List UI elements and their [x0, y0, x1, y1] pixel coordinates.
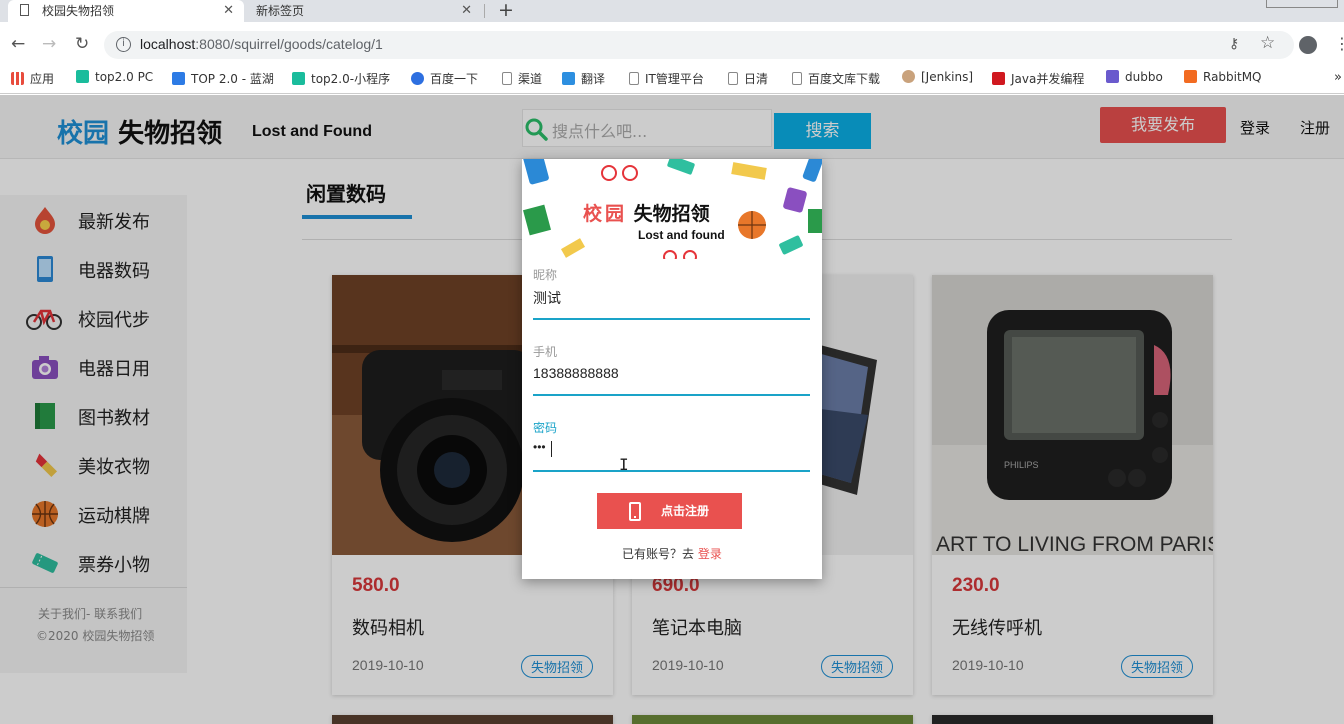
apps-grid-icon	[11, 72, 24, 85]
d-logo-icon	[1106, 70, 1119, 83]
bookmark-label: 翻译	[581, 72, 606, 86]
modal-title-red: 校园	[583, 203, 628, 225]
star-bookmark-icon[interactable]: ☆	[1260, 33, 1275, 53]
phone-field[interactable]: 18388888888	[533, 365, 619, 381]
modal-title: 校园 失物招领	[583, 199, 710, 226]
bookmark-java-concurrency[interactable]: Java并发编程	[992, 70, 1084, 87]
play-icon	[292, 72, 305, 85]
bookmark-label: 百度一下	[430, 72, 479, 86]
browser-tab-bar: 校园失物招领 ✕ 新标签页 ✕ +	[0, 0, 1344, 22]
password-label: 密码	[533, 421, 558, 435]
back-arrow-icon[interactable]: ←	[11, 34, 25, 54]
bookmark-riqing[interactable]: 日清	[728, 70, 768, 87]
bookmarks-overflow-icon[interactable]: »	[1334, 70, 1342, 85]
modal-title-black: 失物招领	[633, 203, 710, 225]
new-tab-plus-icon[interactable]: +	[498, 0, 514, 21]
window-controls[interactable]	[1266, 0, 1338, 8]
bookmark-top2-lanhu[interactable]: TOP 2.0 - 蓝湖	[172, 70, 274, 87]
bookmark-label: Java并发编程	[1011, 72, 1085, 86]
bookmark-label: dubbo	[1125, 70, 1163, 84]
tab-new-tab[interactable]: 新标签页 ✕	[246, 0, 482, 22]
close-tab-icon[interactable]: ✕	[461, 0, 472, 22]
nickname-label: 昵称	[533, 268, 558, 282]
bookmark-dubbo[interactable]: dubbo	[1106, 70, 1163, 84]
bookmark-wenku[interactable]: 百度文库下载	[792, 70, 880, 87]
bookmark-label: top2.0-小程序	[311, 72, 391, 86]
text-caret	[551, 441, 552, 457]
page-icon	[502, 72, 512, 85]
bookmark-apps[interactable]: 应用	[11, 70, 54, 87]
have-account-text: 已有账号？去 登录	[622, 545, 722, 562]
bookmark-rabbitmq[interactable]: RabbitMQ	[1184, 70, 1262, 84]
jenkins-icon	[902, 70, 915, 83]
bookmark-label: 应用	[30, 72, 55, 86]
reload-icon[interactable]: ↻	[75, 34, 89, 54]
password-field[interactable]: •••	[533, 440, 546, 454]
c-logo-icon	[992, 72, 1005, 85]
phone-label: 手机	[533, 345, 558, 359]
modal-login-link[interactable]: 登录	[698, 547, 722, 561]
bookmark-label: 日清	[744, 72, 769, 86]
register-submit-button[interactable]: 点击注册	[597, 493, 742, 529]
tab-label: 校园失物招领	[42, 4, 115, 18]
bookmark-jenkins[interactable]: [Jenkins]	[902, 70, 973, 84]
tab-campus-lost-found[interactable]: 校园失物招领 ✕	[8, 0, 244, 22]
register-modal: 校园 失物招领 Lost and found 昵称 测试 手机 18388888…	[522, 159, 822, 579]
url-text: localhost:8080/squirrel/goods/catelog/1	[140, 36, 383, 52]
menu-more-icon[interactable]: ⋮	[1334, 34, 1344, 53]
page-icon	[20, 4, 29, 16]
bookmark-top2-pc[interactable]: top2.0 PC	[76, 70, 153, 84]
url-path: :8080/squirrel/goods/catelog/1	[195, 36, 383, 52]
bookmark-it-platform[interactable]: IT管理平台	[629, 70, 704, 87]
play-icon	[76, 70, 89, 83]
baidu-paw-icon	[411, 72, 424, 85]
register-button-label: 点击注册	[661, 504, 710, 518]
text-cursor-icon: I	[619, 455, 629, 474]
page-icon	[792, 72, 802, 85]
key-icon[interactable]: ⚷	[1229, 36, 1239, 52]
bookmark-top2-miniprogram[interactable]: top2.0-小程序	[292, 70, 390, 87]
info-icon[interactable]: i	[116, 37, 131, 52]
page-icon	[728, 72, 738, 85]
rabbitmq-icon	[1184, 70, 1197, 83]
tab-label: 新标签页	[256, 4, 305, 18]
mobile-phone-icon	[629, 502, 641, 521]
bookmark-channel[interactable]: 渠道	[502, 70, 542, 87]
bookmark-label: RabbitMQ	[1203, 70, 1262, 84]
close-tab-icon[interactable]: ✕	[223, 0, 234, 22]
page-icon	[629, 72, 639, 85]
phone-underline	[533, 394, 810, 396]
nickname-field[interactable]: 测试	[533, 288, 561, 308]
bookmark-label: 百度文库下载	[808, 72, 881, 86]
password-underline	[533, 470, 810, 472]
modal-subtitle: Lost and found	[638, 228, 725, 242]
lanhu-icon	[172, 72, 185, 85]
profile-avatar-icon[interactable]	[1299, 36, 1317, 54]
bookmark-label: 渠道	[518, 72, 543, 86]
bookmark-label: IT管理平台	[645, 72, 704, 86]
have-account-prompt: 已有账号？去	[622, 547, 698, 561]
bookmark-label: top2.0 PC	[95, 70, 154, 84]
translate-icon	[562, 72, 575, 85]
bookmark-baidu[interactable]: 百度一下	[411, 70, 478, 87]
bookmark-label: [Jenkins]	[921, 70, 974, 84]
bookmark-translate[interactable]: 翻译	[562, 70, 605, 87]
bookmark-label: TOP 2.0 - 蓝湖	[191, 72, 274, 86]
nickname-underline	[533, 318, 810, 320]
forward-arrow-icon[interactable]: →	[42, 34, 56, 54]
url-host: localhost	[140, 36, 196, 52]
